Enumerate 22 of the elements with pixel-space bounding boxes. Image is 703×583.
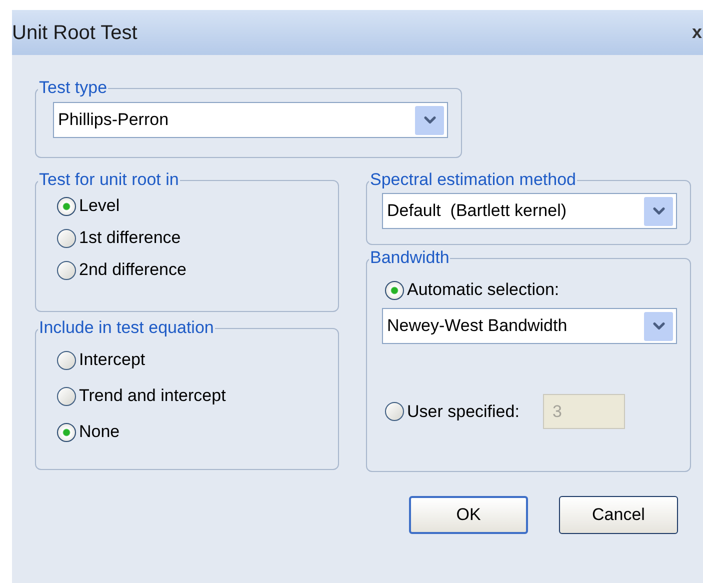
radio-button[interactable]: Trend and intercept (57, 384, 325, 408)
dialog-button[interactable]: Cancel (559, 496, 678, 534)
dropdown[interactable]: Newey-West Bandwidth (382, 308, 677, 344)
radio-button[interactable]: Intercept (57, 348, 325, 372)
radio-button[interactable]: 1st difference (57, 226, 325, 250)
radio-button[interactable]: Automatic selection: (385, 278, 677, 302)
group-label: Spectral estimation method (369, 170, 577, 190)
group-label: Test type (38, 78, 108, 98)
window-title: Unit Root Test (12, 20, 138, 46)
dropdown[interactable]: Phillips-Perron (53, 102, 448, 138)
close-button[interactable]: x (692, 19, 703, 46)
group-label: Bandwidth (369, 248, 450, 268)
chevron-down-icon (644, 312, 673, 340)
chevron-down-icon (644, 196, 673, 226)
radio-button[interactable]: Level (57, 194, 325, 218)
group-label: Include in test equation (38, 318, 215, 338)
dialog-button[interactable]: OK (409, 496, 528, 534)
radio-button[interactable]: 2nd difference (57, 258, 325, 282)
radio-button[interactable]: None (57, 420, 325, 444)
group-label: Test for unit root in (38, 170, 180, 190)
dropdown[interactable]: Default (Bartlett kernel) (382, 193, 677, 229)
chevron-down-icon (415, 106, 444, 134)
